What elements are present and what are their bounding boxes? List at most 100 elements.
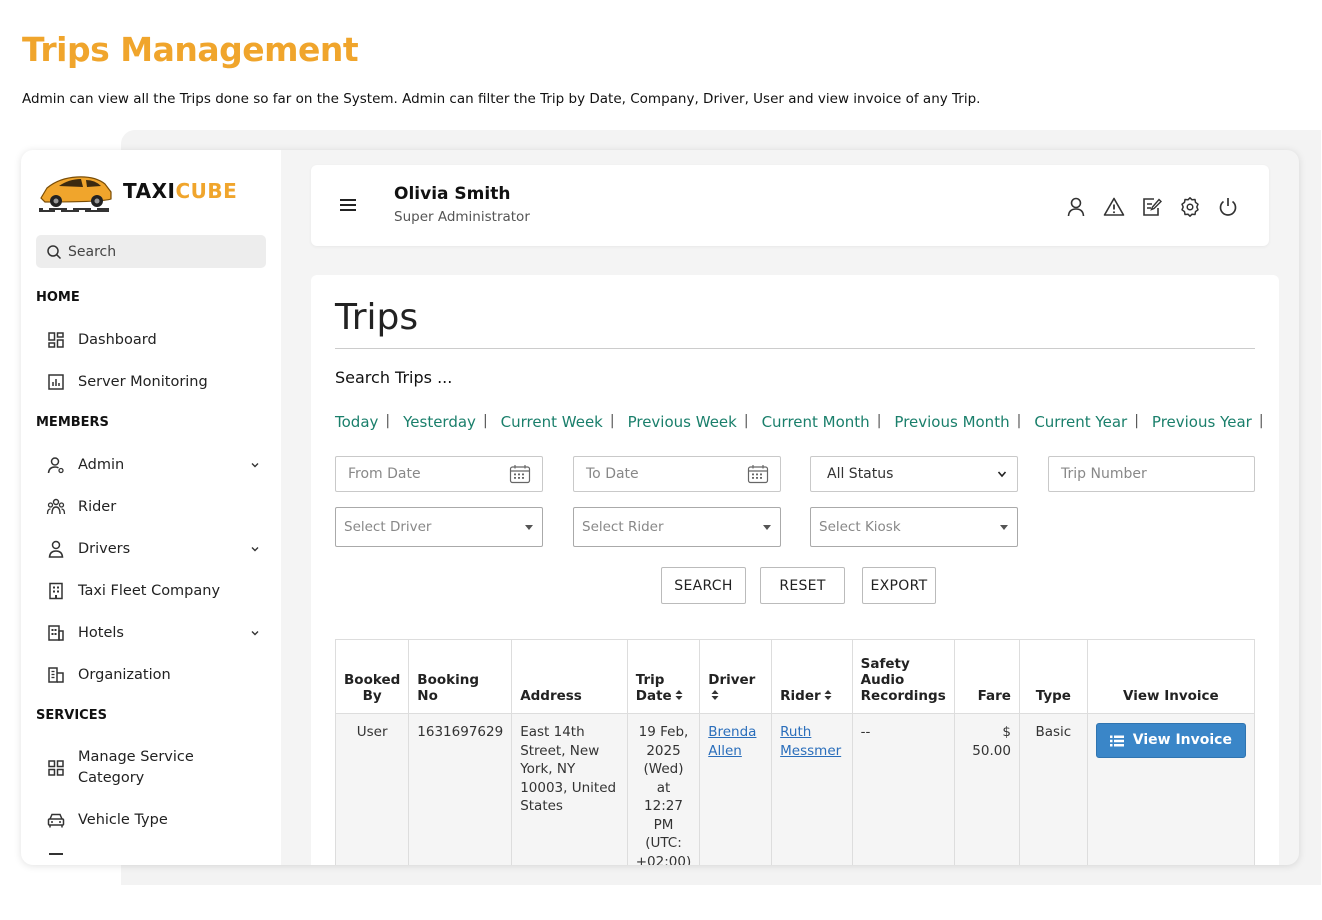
cell-type: Basic (1018, 713, 1088, 865)
sidebar-item-label: Organization (78, 667, 171, 683)
rider-select[interactable]: Select Rider (573, 507, 781, 547)
cell-rider: Ruth Messmer (771, 713, 853, 865)
cell-fare: $ 50.00 (953, 713, 1020, 865)
filter-link-current-month[interactable]: Current Month (762, 413, 870, 431)
column-header-trip-date[interactable]: Trip Date (626, 639, 701, 714)
sidebar: TAXICUBE Search HOME Dashboard Server Mo… (21, 150, 281, 865)
settings-icon[interactable] (1178, 195, 1202, 219)
sidebar-search-label: Search (68, 243, 117, 260)
dropdown-arrow-icon (1000, 525, 1008, 530)
to-date-field[interactable]: To Date (573, 456, 781, 492)
page-heading: Trips Management (22, 30, 359, 69)
sort-icon (824, 690, 832, 700)
status-select[interactable]: All Status (810, 456, 1018, 492)
search-button[interactable]: SEARCH (661, 567, 746, 604)
cell-booked-by: User (334, 713, 410, 865)
filter-separator: | (1134, 413, 1139, 429)
group-users-icon (46, 498, 66, 515)
power-icon[interactable] (1216, 195, 1240, 219)
alert-icon[interactable] (1102, 195, 1126, 219)
content-title: Trips (335, 297, 419, 338)
sidebar-item-server-monitoring[interactable]: Server Monitoring (46, 372, 261, 392)
sidebar-item-label: Taxi Fleet Company (78, 583, 221, 599)
logo-text-part1: TAXI (123, 179, 176, 203)
filter-separator: | (609, 413, 615, 429)
filter-link-previous-year[interactable]: Previous Year (1152, 413, 1252, 431)
chevron-down-icon (251, 631, 259, 636)
quick-date-filters: Today | Yesterday | Current Week | Previous… (335, 413, 1277, 431)
kiosk-select-placeholder: Select Kiosk (819, 519, 901, 535)
filter-separator: | (1258, 413, 1264, 429)
hotel-icon (48, 625, 64, 641)
filter-link-previous-month[interactable]: Previous Month (894, 413, 1009, 431)
from-date-placeholder: From Date (348, 466, 421, 482)
filter-link-current-week[interactable]: Current Week (501, 413, 603, 431)
kiosk-select[interactable]: Select Kiosk (810, 507, 1018, 547)
filter-link-today[interactable]: Today (335, 413, 378, 431)
edit-icon[interactable] (1140, 195, 1164, 219)
sidebar-item-label: Hotels (78, 625, 124, 641)
sidebar-item-rider[interactable]: Rider (46, 497, 261, 517)
reset-button[interactable]: RESET (760, 567, 845, 604)
top-bar: Olivia Smith Super Administrator (311, 165, 1269, 246)
column-header-fare: Fare (953, 639, 1020, 714)
user-icon[interactable] (1064, 195, 1088, 219)
view-invoice-label: View Invoice (1132, 732, 1232, 749)
cell-trip-date: 19 Feb, 2025 (Wed) at 12:27 PM (UTC: +02… (626, 713, 701, 865)
dashboard-icon (48, 332, 64, 348)
column-header-address: Address (511, 639, 628, 714)
column-header-view-invoice: View Invoice (1086, 639, 1256, 714)
dropdown-arrow-icon (525, 525, 533, 530)
sidebar-item-dashboard[interactable]: Dashboard (46, 330, 261, 350)
trip-number-input[interactable]: Trip Number (1048, 456, 1255, 492)
logo[interactable]: TAXICUBE (37, 168, 237, 214)
trips-panel: Trips Search Trips ... Today | Yesterday |… (311, 275, 1279, 865)
driver-link[interactable]: Brenda Allen (708, 724, 756, 759)
driver-select[interactable]: Select Driver (335, 507, 543, 547)
page-description: Admin can view all the Trips done so far… (22, 91, 981, 107)
calendar-icon[interactable] (509, 464, 531, 484)
driver-icon (48, 540, 64, 558)
column-header-driver[interactable]: Driver (699, 639, 773, 714)
sidebar-search[interactable]: Search (36, 235, 266, 268)
filter-separator: | (1016, 413, 1022, 429)
rider-link[interactable]: Ruth Messmer (780, 724, 841, 759)
sidebar-item-hotels[interactable]: Hotels (46, 623, 261, 643)
building-icon (49, 582, 63, 600)
sidebar-next-item-partial (49, 853, 63, 855)
column-header-label: Trip Date (635, 672, 672, 704)
filter-separator: | (743, 413, 749, 429)
column-header-label: Rider (780, 688, 821, 704)
sidebar-section-members: MEMBERS (36, 415, 109, 430)
cell-address: East 14th Street, New York, NY 10003, Un… (511, 713, 628, 865)
sidebar-item-label: Admin (78, 457, 125, 473)
view-invoice-button[interactable]: View Invoice (1095, 723, 1246, 758)
sidebar-item-admin[interactable]: Admin (46, 455, 261, 475)
hamburger-menu-icon[interactable] (337, 194, 359, 216)
sidebar-item-label: Vehicle Type (78, 812, 168, 828)
chevron-down-icon (997, 471, 1007, 478)
column-header-label: Driver (708, 672, 756, 688)
from-date-field[interactable]: From Date (335, 456, 543, 492)
sidebar-item-label: Server Monitoring (78, 374, 208, 390)
cell-booking-no: 1631697629 (408, 713, 513, 865)
dropdown-arrow-icon (763, 525, 771, 530)
cell-safety-audio: -- (851, 713, 955, 865)
table-row: User 1631697629 East 14th Street, New Yo… (334, 713, 1256, 865)
filter-link-previous-week[interactable]: Previous Week (628, 413, 737, 431)
sidebar-section-services: SERVICES (36, 708, 107, 723)
column-header-rider[interactable]: Rider (771, 639, 853, 714)
calendar-icon[interactable] (747, 464, 769, 484)
export-button[interactable]: EXPORT (862, 567, 936, 604)
sidebar-item-manage-service-category[interactable]: Manage Service Category (46, 747, 261, 789)
sidebar-item-vehicle-type[interactable]: Vehicle Type (46, 810, 261, 830)
sidebar-item-organization[interactable]: Organization (46, 665, 261, 685)
sort-icon (675, 690, 683, 700)
sidebar-item-taxi-fleet-company[interactable]: Taxi Fleet Company (46, 581, 261, 601)
status-select-value: All Status (827, 466, 894, 482)
sidebar-item-drivers[interactable]: Drivers (46, 539, 261, 559)
chevron-down-icon (251, 547, 259, 552)
filter-link-current-year[interactable]: Current Year (1034, 413, 1127, 431)
filter-link-yesterday[interactable]: Yesterday (403, 413, 476, 431)
sidebar-item-label: Dashboard (78, 332, 157, 348)
